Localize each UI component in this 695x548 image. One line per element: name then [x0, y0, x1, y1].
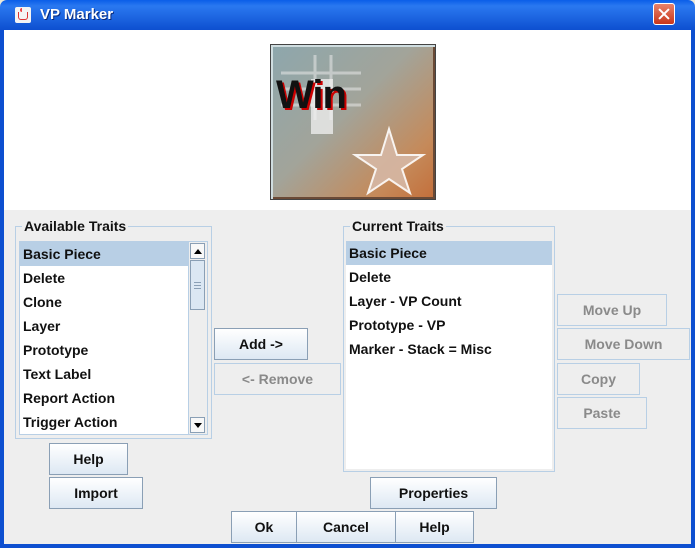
title-bar: VP Marker [0, 0, 695, 30]
list-item[interactable]: Delete [20, 266, 207, 290]
available-traits-list[interactable]: Basic Piece Delete Clone Layer Prototype… [19, 241, 208, 435]
piece-graphic [281, 55, 427, 196]
scroll-up-icon[interactable] [190, 243, 205, 259]
scroll-thumb[interactable] [190, 260, 205, 310]
piece-label: Win [276, 73, 347, 117]
close-icon[interactable] [653, 3, 675, 25]
list-item[interactable]: Delete [346, 265, 552, 289]
move-up-button[interactable]: Move Up [557, 294, 667, 326]
current-traits-title: Current Traits [350, 218, 446, 234]
properties-button[interactable]: Properties [370, 477, 497, 509]
move-down-button[interactable]: Move Down [557, 328, 690, 360]
list-item[interactable]: Basic Piece [346, 241, 552, 265]
cancel-button[interactable]: Cancel [296, 511, 396, 543]
remove-button[interactable]: <- Remove [214, 363, 341, 395]
available-traits-title: Available Traits [22, 218, 129, 234]
available-traits-scrollbar[interactable] [188, 242, 207, 434]
scroll-down-icon[interactable] [190, 417, 205, 433]
window-title: VP Marker [40, 6, 114, 23]
import-button[interactable]: Import [49, 477, 143, 509]
piece-image: Win [270, 44, 436, 200]
window-frame-bottom [0, 544, 695, 548]
copy-button[interactable]: Copy [557, 363, 640, 395]
list-item[interactable]: Marker - Stack = Misc [346, 337, 552, 361]
list-item[interactable]: Basic Piece [20, 242, 189, 266]
list-item[interactable]: Layer - VP Count [346, 289, 552, 313]
window-frame-right [691, 30, 695, 548]
star-icon [351, 125, 427, 196]
current-traits-list[interactable]: Basic Piece Delete Layer - VP Count Prot… [346, 241, 552, 469]
list-item[interactable]: Layer [20, 314, 207, 338]
ok-button[interactable]: Ok [231, 511, 297, 543]
list-item[interactable]: Report Action [20, 386, 207, 410]
list-item[interactable]: Clone [20, 290, 207, 314]
java-cup-icon [15, 7, 31, 23]
trait-help-button[interactable]: Help [49, 443, 128, 475]
list-item[interactable]: Prototype [20, 338, 207, 362]
list-item[interactable]: Text Label [20, 362, 207, 386]
list-item[interactable]: Prototype - VP [346, 313, 552, 337]
help-button[interactable]: Help [395, 511, 474, 543]
add-button[interactable]: Add -> [214, 328, 308, 360]
paste-button[interactable]: Paste [557, 397, 647, 429]
list-item[interactable]: Trigger Action [20, 410, 207, 434]
